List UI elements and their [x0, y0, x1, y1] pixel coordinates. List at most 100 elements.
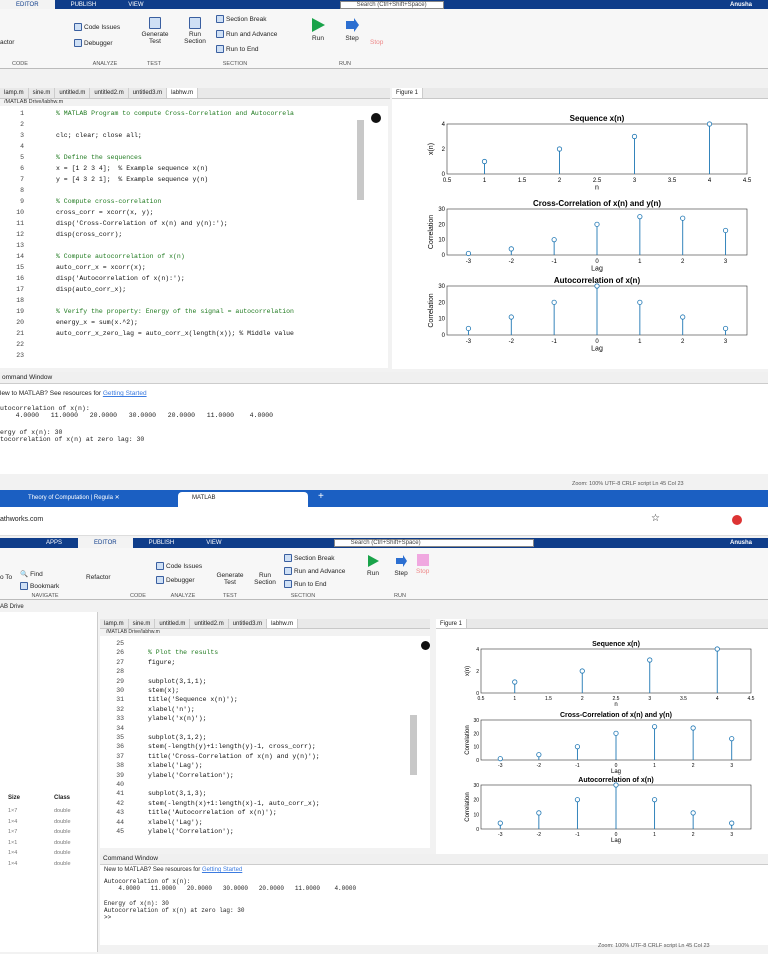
section-break-icon [216, 15, 224, 23]
run-to-end-icon [216, 45, 224, 53]
code-issues-button-2[interactable]: Code Issues [156, 562, 202, 570]
find-label: Find [30, 570, 43, 578]
code-editor-top[interactable]: 1 % MATLAB Program to compute Cross-Corre… [0, 106, 388, 368]
step-button-2[interactable]: Step [394, 554, 408, 577]
cw-line: ergy of x(n): 30 [0, 429, 63, 436]
command-window-bottom[interactable]: New to MATLAB? See resources for Getting… [100, 865, 768, 945]
generate-test-button[interactable]: Generate Test [138, 17, 172, 45]
line-number: 29 [116, 677, 124, 685]
workspace-class: double [54, 860, 71, 867]
code-line: % MATLAB Program to compute Cross-Correl… [56, 110, 294, 117]
x-tick-label: 3 [724, 339, 728, 345]
url-field[interactable]: athworks.com [0, 516, 43, 523]
tab-sine[interactable]: sine.m [29, 88, 56, 98]
tab-untitled3[interactable]: untitled3.m [129, 88, 168, 98]
run-and-advance-button-2[interactable]: Run and Advance [284, 567, 345, 575]
editor-tab-bar: lamp.m sine.m untitled.m untitled2.m unt… [0, 88, 390, 99]
line-number: 2 [20, 121, 24, 128]
tab-labhw[interactable]: labhw.m [167, 88, 199, 98]
run-section-button[interactable]: Run Section [180, 17, 210, 45]
command-window-top[interactable]: lew to MATLAB? See resources for Getting… [0, 384, 768, 474]
tab-view-2[interactable]: VIEW [190, 540, 237, 546]
stop-button-2[interactable]: Stop [416, 554, 429, 575]
tab-view[interactable]: VIEW [112, 2, 159, 8]
bookmark-button[interactable]: Bookmark [20, 582, 59, 590]
tab-publish[interactable]: PUBLISH [55, 2, 113, 8]
tab-apps[interactable]: APPS [0, 540, 78, 546]
tab-untitled[interactable]: untitled.m [155, 619, 191, 628]
star-icon[interactable]: ☆ [651, 513, 660, 524]
editor-scrollbar-2[interactable] [410, 715, 417, 775]
workspace-class: double [54, 818, 71, 825]
x-tick-label: -1 [575, 832, 580, 838]
tab-untitled3[interactable]: untitled3.m [229, 619, 268, 628]
run-section-button-2[interactable]: Run Section [252, 572, 278, 586]
run-to-end-button[interactable]: Run to End [216, 45, 259, 53]
code-issues-button[interactable]: Code Issues [74, 23, 120, 31]
tab-lamp[interactable]: lamp.m [100, 619, 129, 628]
run-to-end-button-2[interactable]: Run to End [284, 580, 327, 588]
command-window-header-2: Command Window [100, 854, 768, 865]
stem-marker [631, 133, 638, 140]
figure-svg-bottom: Sequence x(n)nx(n)0.5 1 1.5 2 2.5 3 3.5 4 4.5024… [465, 641, 755, 844]
section-break-button-2[interactable]: Section Break [284, 554, 334, 562]
new-tab-button[interactable]: + [318, 491, 324, 502]
tab-labhw[interactable]: labhw.m [267, 619, 299, 628]
user-menu[interactable]: Anusha [714, 2, 768, 8]
debugger-button[interactable]: Debugger [74, 39, 113, 47]
tab-lamp[interactable]: lamp.m [0, 88, 29, 98]
browser-tab-matlab[interactable]: MATLAB [178, 492, 308, 507]
tab-editor-2[interactable]: EDITOR [78, 538, 133, 548]
debugger-button-2[interactable]: Debugger [156, 576, 195, 584]
tab-publish-2[interactable]: PUBLISH [133, 540, 191, 546]
section-break-button[interactable]: Section Break [216, 15, 266, 23]
x-axis-label: Lag [591, 345, 603, 352]
stem-marker [706, 121, 713, 127]
getting-started-link[interactable]: Getting Started [103, 390, 147, 397]
generate-test-button-2[interactable]: Generate Test [214, 572, 246, 586]
run-button-2[interactable]: Run [366, 554, 380, 577]
stop-button[interactable]: Stop [370, 39, 383, 46]
workspace-size: 1×1 [8, 839, 18, 846]
search-input-2[interactable]: Search (Ctrl+Shift+Space) [333, 539, 534, 547]
x-tick-label: 3 [730, 832, 733, 838]
search-input[interactable]: Search (Ctrl+Shift+Space) [339, 0, 444, 9]
x-tick-label: 3.5 [668, 178, 677, 184]
refactor-button[interactable]: actor [0, 39, 14, 46]
x-tick-label: 0 [615, 832, 618, 838]
line-number: 41 [116, 790, 124, 798]
code-line: subplot(3,1,1); [148, 677, 207, 685]
cw-line: tocorrelation of x(n) at zero lag: 30 [0, 436, 145, 443]
workspace-size: 1×4 [8, 860, 18, 867]
generate-test-icon [149, 17, 161, 29]
browser-tab-theory[interactable]: Theory of Computation | Regula ✕ [28, 494, 120, 501]
tab-figure-1-bottom[interactable]: Figure 1 [436, 619, 468, 628]
code-line: title('Cross-Correlation of x(n) and y(n… [148, 752, 320, 760]
tab-sine[interactable]: sine.m [129, 619, 156, 628]
find-button[interactable]: 🔍 Find [20, 570, 43, 579]
code-editor-bottom[interactable]: 25 26 % Plot the results 27 figure; 28 29 subpl… [100, 636, 430, 848]
code-line: ylabel('x(n)'); [148, 715, 207, 723]
tab-untitled2[interactable]: untitled2.m [90, 88, 129, 98]
run-and-advance-button[interactable]: Run and Advance [216, 30, 277, 38]
tab-untitled2[interactable]: untitled2.m [190, 619, 229, 628]
step-button[interactable]: Step [344, 17, 360, 42]
tab-untitled[interactable]: untitled.m [55, 88, 91, 98]
run-button[interactable]: Run [310, 17, 326, 42]
ribbon-tab-strip: EDITOR PUBLISH VIEW Search (Ctrl+Shift+S… [0, 0, 768, 9]
profile-avatar[interactable] [732, 515, 742, 525]
editor-scrollbar[interactable] [357, 120, 364, 200]
go-to-button[interactable]: o To [0, 574, 12, 581]
x-tick-label: 1 [653, 763, 656, 769]
new-to-matlab-2: New to MATLAB? See resources for Getting… [104, 867, 764, 873]
user-menu-2[interactable]: Anusha [714, 540, 768, 546]
cw-prompt[interactable]: >> [104, 914, 764, 921]
refactor-button-2[interactable]: Refactor [86, 574, 111, 581]
tab-figure-1[interactable]: Figure 1 [392, 88, 424, 98]
getting-started-link[interactable]: Getting Started [202, 867, 242, 873]
tab-editor[interactable]: EDITOR [0, 0, 55, 9]
x-tick-label: 1 [638, 259, 642, 265]
line-number: 20 [16, 319, 24, 326]
code-line: disp(auto_corr_x); [56, 286, 127, 293]
axes-box [480, 648, 752, 694]
